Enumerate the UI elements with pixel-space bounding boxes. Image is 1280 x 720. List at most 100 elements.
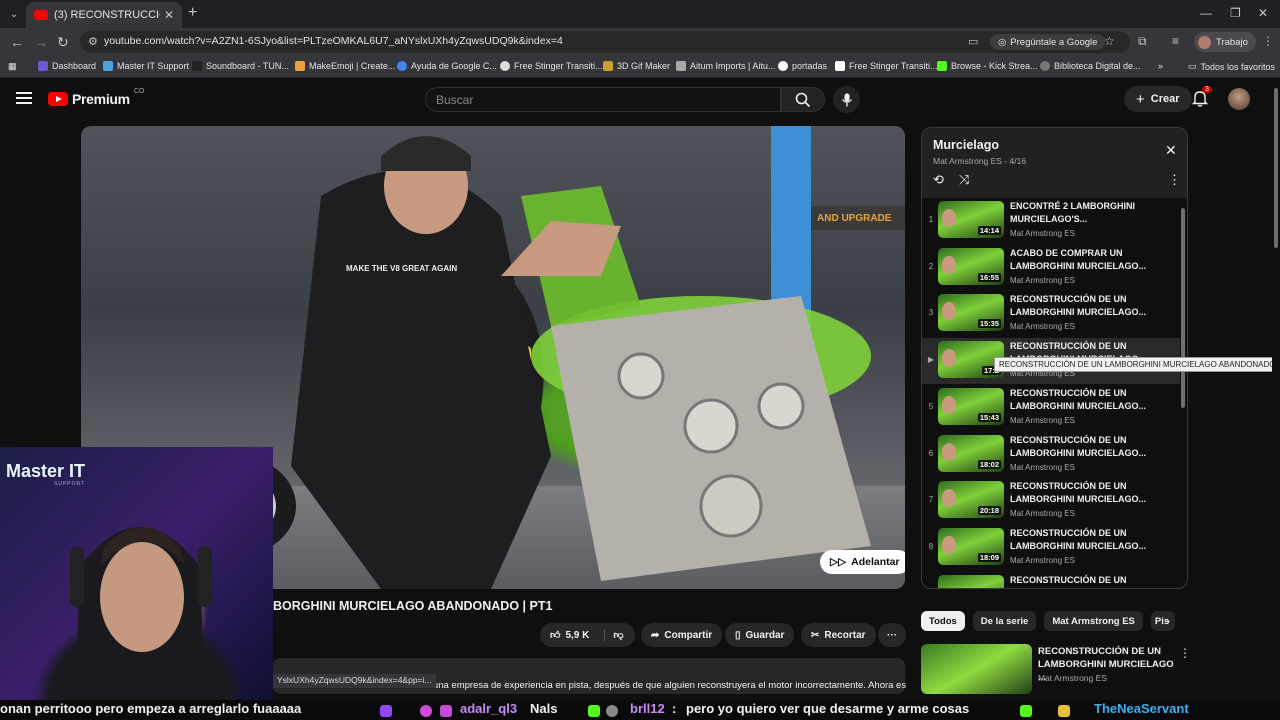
- ask-google-button[interactable]: ◎ Pregúntale a Google: [990, 34, 1106, 50]
- profile-avatar: [1198, 35, 1211, 49]
- bookmark-item[interactable]: Aitum Imports | Aitu...: [676, 61, 775, 71]
- shuffle-icon[interactable]: ⤨: [959, 172, 969, 188]
- recommended-video[interactable]: RECONSTRUCCIÓN DE UN LAMBORGHINI MURCIEL…: [921, 644, 1191, 694]
- chip-channel[interactable]: Mat Armstrong ES: [1044, 611, 1143, 631]
- playlist-item[interactable]: 1 14:14 ENCONTRÉ 2 LAMBORGHINI MURCIELAG…: [922, 198, 1180, 244]
- like-icon[interactable]: 👍︎: [550, 629, 560, 641]
- playlist-item[interactable]: 2 16:55 ACABO DE COMPRAR UN LAMBORGHINI …: [922, 245, 1180, 291]
- ticker-message: onan perritooo pero empeza a arreglarlo …: [0, 701, 302, 716]
- playlist-item-title: RECONSTRUCCIÓN DE UN LAMBORGHINI MURCIEL…: [1010, 435, 1146, 458]
- hamburger-menu-icon[interactable]: [16, 92, 32, 104]
- logo-wordmark: Premium: [72, 91, 130, 107]
- account-avatar[interactable]: [1228, 88, 1250, 110]
- more-actions-button[interactable]: ···: [878, 623, 906, 647]
- bookmark-item[interactable]: portadas: [778, 61, 827, 71]
- youtube-logo[interactable]: Premium CO: [48, 88, 144, 107]
- recommended-channel: Mat Armstrong ES: [1038, 673, 1107, 683]
- playlist-close-icon[interactable]: ✕: [1165, 142, 1177, 159]
- restore-icon[interactable]: ❐: [1230, 6, 1241, 20]
- page-scrollbar[interactable]: [1272, 78, 1280, 700]
- bookmark-star-icon[interactable]: ☆: [1104, 34, 1115, 48]
- skip-icon: ▷▷: [830, 556, 847, 568]
- youtube-favicon-icon: [34, 10, 48, 20]
- bookmarks-overflow-icon[interactable]: »: [1158, 61, 1163, 71]
- playlist-item[interactable]: RECONSTRUCCIÓN DE UN: [922, 572, 1180, 588]
- minimize-icon[interactable]: —: [1200, 6, 1212, 20]
- back-icon[interactable]: ←: [10, 34, 24, 50]
- playlist-more-icon[interactable]: ⋮: [1168, 172, 1181, 188]
- folder-icon: ▭: [1188, 61, 1197, 71]
- share-button[interactable]: ➦ Compartir: [641, 623, 723, 647]
- chevron-right-icon[interactable]: ›: [1166, 614, 1170, 628]
- playlist-item-title: RECONSTRUCCIÓN DE UN LAMBORGHINI MURCIEL…: [1010, 481, 1146, 504]
- tab-search-icon[interactable]: ⌄: [4, 4, 24, 24]
- new-tab-icon[interactable]: +: [188, 4, 197, 22]
- dislike-icon[interactable]: 👎︎: [604, 629, 624, 641]
- ticker-message: pero yo quiero ver que desarme y arme co…: [686, 701, 970, 716]
- all-bookmarks-button[interactable]: ▭ Todos los favoritos: [1188, 61, 1275, 72]
- recommendation-chips: Todos De la serie Mat Armstrong ES Pis: [921, 611, 1175, 631]
- bookmark-favicon-icon: [295, 61, 305, 71]
- playlist-scrollbar[interactable]: [1180, 198, 1186, 588]
- search-button[interactable]: [781, 87, 825, 112]
- playlist-item-title: RECONSTRUCCIÓN DE UN LAMBORGHINI MURCIEL…: [1010, 294, 1146, 317]
- notification-count-badge: 3: [1202, 86, 1212, 93]
- loop-icon[interactable]: ⟲: [933, 172, 944, 188]
- media-control-icon[interactable]: ≡: [1172, 34, 1179, 48]
- clip-button[interactable]: ✂ Recortar: [801, 623, 876, 647]
- create-button[interactable]: + Crear: [1124, 86, 1192, 112]
- video-duration: 15:35: [977, 319, 1001, 328]
- bookmark-item[interactable]: MakeEmoji | Create...: [295, 61, 395, 71]
- notifications-button[interactable]: 3: [1191, 86, 1212, 112]
- bookmarks-bar: ▦ Dashboard Master IT Support Soundboard…: [0, 56, 1280, 78]
- reload-icon[interactable]: ↻: [57, 34, 69, 51]
- chip-partial[interactable]: Pis: [1150, 611, 1175, 631]
- playlist-item[interactable]: 3 15:35 RECONSTRUCCIÓN DE UN LAMBORGHINI…: [922, 291, 1180, 337]
- bookmark-item[interactable]: Dashboard: [38, 61, 96, 71]
- search-input[interactable]: Buscar: [425, 87, 781, 112]
- forward-icon[interactable]: →: [34, 34, 48, 50]
- recommended-more-icon[interactable]: ⋮: [1179, 646, 1191, 660]
- window-close-icon[interactable]: ✕: [1258, 6, 1268, 20]
- playlist-item-channel: Mat Armstrong ES: [1010, 276, 1075, 285]
- playlist-item-title: ACABO DE COMPRAR UN LAMBORGHINI MURCIELA…: [1010, 248, 1146, 271]
- playlist-thumbnail: 18:02: [938, 435, 1004, 472]
- save-button[interactable]: ▯ Guardar: [725, 623, 795, 647]
- playlist-item[interactable]: 5 15:43 RECONSTRUCCIÓN DE UN LAMBORGHINI…: [922, 385, 1180, 431]
- recommended-thumbnail: [921, 644, 1032, 694]
- skip-forward-button[interactable]: ▷▷ Adelantar: [820, 550, 905, 574]
- bookmark-item[interactable]: Free Stinger Transiti...: [835, 61, 938, 71]
- bookmark-item[interactable]: Biblioteca Digital de...: [1040, 61, 1141, 71]
- chrome-menu-icon[interactable]: ⋮: [1262, 34, 1274, 48]
- browser-tab-active[interactable]: (3) RECONSTRUCCIÓN DE UN L ✕: [26, 2, 182, 28]
- playlist-title[interactable]: Murcielago: [933, 138, 999, 152]
- playlist-item[interactable]: 8 18:09 RECONSTRUCCIÓN DE UN LAMBORGHINI…: [922, 525, 1180, 571]
- bookmark-favicon-icon: [500, 61, 510, 71]
- bookmark-label: Aitum Imports | Aitu...: [690, 61, 776, 71]
- apps-grid-icon[interactable]: ▦: [8, 61, 17, 72]
- bookmark-item[interactable]: Master IT Support: [103, 61, 189, 71]
- chip-series[interactable]: De la serie: [972, 611, 1037, 631]
- profile-button[interactable]: Trabajo: [1194, 32, 1256, 52]
- playlist-item[interactable]: 6 18:02 RECONSTRUCCIÓN DE UN LAMBORGHINI…: [922, 432, 1180, 478]
- bookmark-item[interactable]: Free Stinger Transiti...: [500, 61, 603, 71]
- extensions-icon[interactable]: ⧉: [1138, 34, 1147, 49]
- voice-search-button[interactable]: [833, 86, 860, 113]
- url-text: youtube.com/watch?v=A2ZN1-6SJyo&list=PLT…: [104, 35, 563, 47]
- chip-all[interactable]: Todos: [921, 611, 965, 631]
- address-bar[interactable]: ⚙ youtube.com/watch?v=A2ZN1-6SJyo&list=P…: [80, 31, 1130, 53]
- site-info-icon[interactable]: ⚙: [88, 35, 98, 48]
- bookmark-item[interactable]: Ayuda de Google C...: [397, 61, 497, 71]
- playlist-item-channel: Mat Armstrong ES: [1010, 229, 1075, 238]
- bookmark-label: MakeEmoji | Create...: [309, 61, 396, 71]
- like-count[interactable]: 5,9 K: [565, 630, 589, 641]
- bookmark-item[interactable]: 3D Gif Maker: [603, 61, 670, 71]
- ticker-username: brll12: [630, 701, 665, 716]
- tab-close-icon[interactable]: ✕: [164, 8, 174, 22]
- playlist-item[interactable]: 7 20:18 RECONSTRUCCIÓN DE UN LAMBORGHINI…: [922, 478, 1180, 524]
- bookmark-item[interactable]: Browse - Kick Strea...: [937, 61, 1038, 71]
- bookmark-item[interactable]: Soundboard - TUN...: [192, 61, 289, 71]
- cast-icon[interactable]: ▭: [968, 35, 978, 48]
- playlist-thumbnail: [938, 575, 1004, 588]
- playlist-item-channel: Mat Armstrong ES: [1010, 556, 1075, 565]
